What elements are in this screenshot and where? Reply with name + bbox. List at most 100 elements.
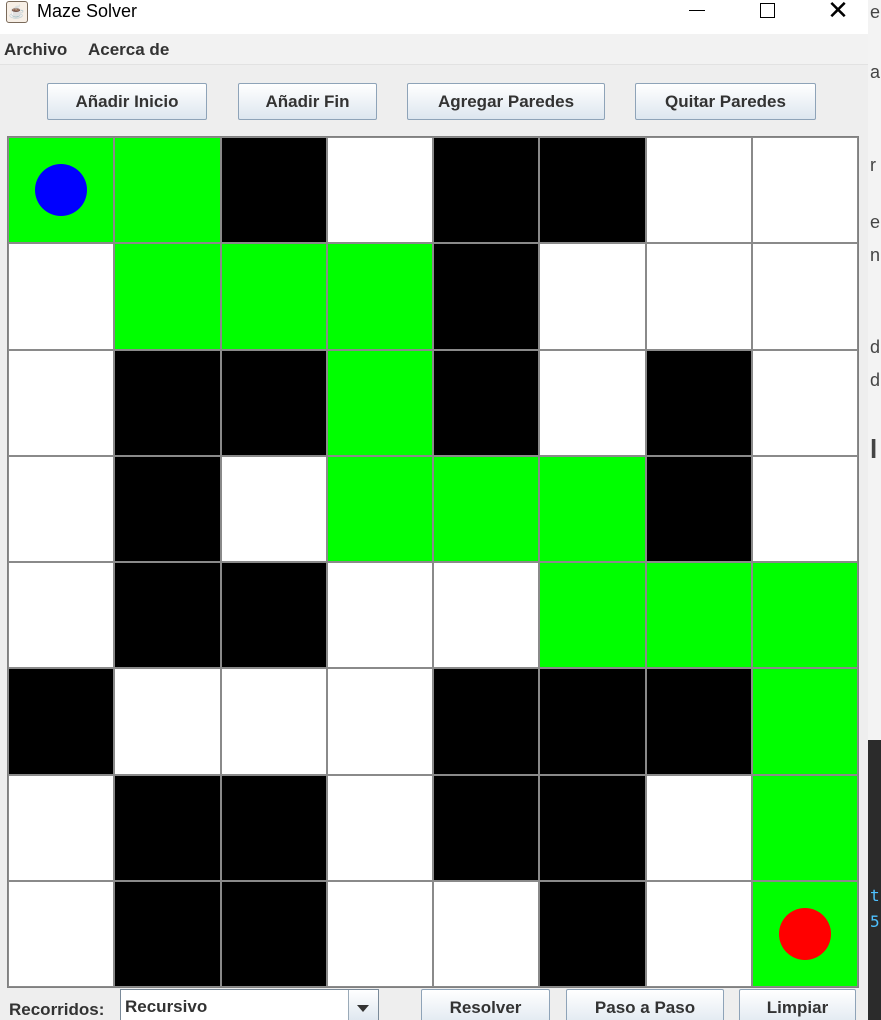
open-cell[interactable] — [326, 880, 433, 987]
maximize-button[interactable] — [739, 0, 795, 30]
maze-solver-window: ☕ Maze Solver ✕ Archivo Acerca de Añadir… — [0, 0, 868, 1020]
path-cell[interactable] — [751, 668, 858, 775]
open-cell[interactable] — [114, 668, 221, 775]
clear-button[interactable]: Limpiar — [739, 989, 856, 1020]
wall-cell[interactable] — [645, 349, 752, 456]
background-text: t — [870, 886, 880, 905]
open-cell[interactable] — [8, 349, 115, 456]
open-cell[interactable] — [433, 880, 540, 987]
background-text: e — [870, 212, 881, 232]
remove-walls-button[interactable]: Quitar Paredes — [635, 83, 816, 120]
open-cell[interactable] — [326, 774, 433, 881]
menu-bar: Archivo Acerca de — [0, 34, 868, 65]
wall-cell[interactable] — [433, 668, 540, 775]
wall-cell[interactable] — [114, 562, 221, 669]
wall-cell[interactable] — [433, 349, 540, 456]
open-cell[interactable] — [751, 455, 858, 562]
wall-cell[interactable] — [114, 774, 221, 881]
maximize-icon — [760, 3, 775, 18]
open-cell[interactable] — [8, 774, 115, 881]
background-text: 5 — [870, 912, 880, 931]
wall-cell[interactable] — [645, 455, 752, 562]
add-walls-button[interactable]: Agregar Paredes — [407, 83, 605, 120]
wall-cell[interactable] — [433, 137, 540, 244]
wall-cell[interactable] — [220, 774, 327, 881]
menu-acerca-de[interactable]: Acerca de — [88, 40, 169, 60]
wall-cell[interactable] — [114, 349, 221, 456]
open-cell[interactable] — [645, 137, 752, 244]
open-cell[interactable] — [8, 880, 115, 987]
open-cell[interactable] — [751, 137, 858, 244]
minimize-button[interactable] — [669, 0, 725, 30]
wall-cell[interactable] — [539, 137, 646, 244]
path-cell[interactable] — [751, 774, 858, 881]
open-cell[interactable] — [645, 243, 752, 350]
wall-cell[interactable] — [8, 668, 115, 775]
background-text: d — [870, 370, 881, 390]
open-cell[interactable] — [220, 455, 327, 562]
java-cup-icon: ☕ — [6, 1, 28, 23]
open-cell[interactable] — [8, 455, 115, 562]
open-cell[interactable] — [751, 349, 858, 456]
open-cell[interactable] — [220, 668, 327, 775]
path-cell[interactable] — [751, 562, 858, 669]
open-cell[interactable] — [326, 137, 433, 244]
wall-cell[interactable] — [114, 880, 221, 987]
path-cell[interactable] — [326, 349, 433, 456]
open-cell[interactable] — [8, 562, 115, 669]
open-cell[interactable] — [8, 243, 115, 350]
wall-cell[interactable] — [433, 774, 540, 881]
background-text: n — [870, 245, 881, 265]
close-button[interactable]: ✕ — [810, 0, 866, 30]
wall-cell[interactable] — [220, 137, 327, 244]
title-bar[interactable]: ☕ Maze Solver ✕ — [0, 0, 868, 34]
path-cell[interactable] — [539, 455, 646, 562]
wall-cell[interactable] — [220, 349, 327, 456]
traversal-selected-value: Recursivo — [125, 997, 208, 1016]
add-end-button[interactable]: Añadir Fin — [238, 83, 377, 120]
open-cell[interactable] — [751, 243, 858, 350]
background-text: e — [870, 2, 881, 22]
wall-cell[interactable] — [645, 668, 752, 775]
wall-cell[interactable] — [114, 455, 221, 562]
open-cell[interactable] — [645, 774, 752, 881]
path-cell[interactable] — [539, 562, 646, 669]
path-cell[interactable] — [645, 562, 752, 669]
wall-cell[interactable] — [539, 774, 646, 881]
path-cell[interactable] — [326, 455, 433, 562]
close-icon: ✕ — [827, 0, 849, 26]
open-cell[interactable] — [326, 562, 433, 669]
background-text: r — [870, 155, 876, 175]
background-code-panel — [867, 740, 881, 1020]
background-text: a — [870, 62, 881, 82]
path-cell[interactable] — [220, 243, 327, 350]
solve-button[interactable]: Resolver — [421, 989, 550, 1020]
add-start-button[interactable]: Añadir Inicio — [47, 83, 207, 120]
chevron-down-icon — [357, 1005, 369, 1012]
path-cell[interactable] — [433, 455, 540, 562]
background-text: l — [870, 434, 878, 464]
step-by-step-button[interactable]: Paso a Paso — [566, 989, 724, 1020]
path-cell[interactable] — [326, 243, 433, 350]
open-cell[interactable] — [539, 349, 646, 456]
open-cell[interactable] — [326, 668, 433, 775]
path-cell[interactable] — [114, 243, 221, 350]
wall-cell[interactable] — [433, 243, 540, 350]
background-text: d — [870, 337, 881, 357]
open-cell[interactable] — [539, 243, 646, 350]
open-cell[interactable] — [645, 880, 752, 987]
minimize-icon — [689, 10, 705, 11]
maze-grid[interactable] — [7, 136, 859, 988]
open-cell[interactable] — [433, 562, 540, 669]
wall-cell[interactable] — [220, 880, 327, 987]
dropdown-button[interactable] — [348, 990, 378, 1020]
wall-cell[interactable] — [539, 880, 646, 987]
start-marker — [35, 164, 88, 217]
end-marker — [778, 907, 831, 960]
traversal-select[interactable]: Recursivo — [120, 989, 379, 1020]
path-cell[interactable] — [114, 137, 221, 244]
wall-cell[interactable] — [539, 668, 646, 775]
background-window: e a r e n d d l t 5 — [867, 0, 881, 1020]
menu-archivo[interactable]: Archivo — [4, 40, 67, 60]
wall-cell[interactable] — [220, 562, 327, 669]
